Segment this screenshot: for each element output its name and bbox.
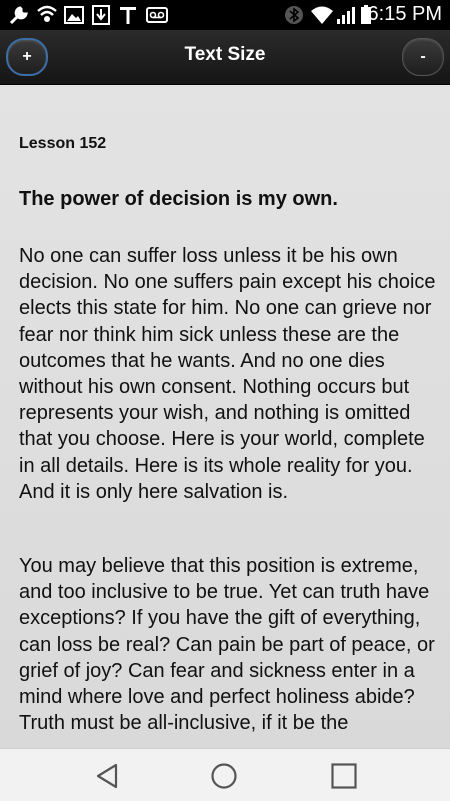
download-icon bbox=[92, 5, 110, 25]
lesson-content[interactable]: Lesson 152 The power of decision is my o… bbox=[0, 85, 450, 748]
home-icon[interactable] bbox=[209, 761, 239, 791]
voicemail-icon bbox=[146, 7, 168, 23]
wrench-icon bbox=[9, 6, 28, 25]
lesson-title: The power of decision is my own. bbox=[19, 188, 338, 210]
bluetooth-icon bbox=[285, 6, 303, 24]
lesson-number: Lesson 152 bbox=[19, 135, 107, 152]
lesson-paragraph: No one can suffer loss unless it be his … bbox=[19, 245, 436, 503]
wifi-call-icon bbox=[37, 5, 57, 22]
tmobile-icon bbox=[120, 7, 136, 24]
signal-icon bbox=[337, 7, 355, 24]
clock-time: 6:15 PM bbox=[367, 3, 442, 25]
lesson-paragraph: You may believe that this position is ex… bbox=[19, 555, 435, 735]
back-icon[interactable] bbox=[92, 761, 122, 791]
image-icon bbox=[64, 6, 84, 24]
decrease-text-size-button[interactable]: - bbox=[402, 38, 444, 76]
status-bar: 6:15 PM bbox=[0, 0, 450, 30]
navigation-bar bbox=[0, 748, 450, 801]
wifi-icon bbox=[311, 6, 333, 24]
page-title: Text Size bbox=[184, 44, 266, 65]
title-bar: + Text Size - bbox=[0, 30, 450, 85]
recents-icon[interactable] bbox=[329, 761, 359, 791]
